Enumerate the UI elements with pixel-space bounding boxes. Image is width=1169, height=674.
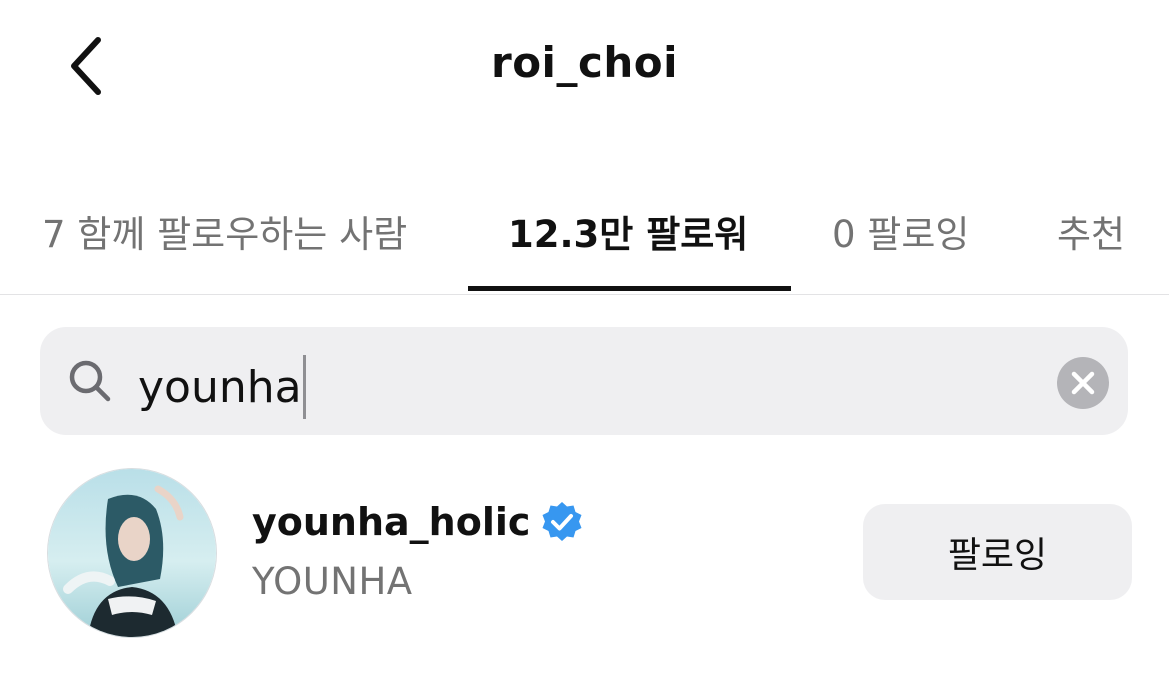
search-input-value: younha (138, 361, 302, 413)
list-item[interactable]: younha_holic YOUNHA 팔로잉 (0, 460, 1169, 650)
clear-search-button[interactable] (1057, 357, 1109, 409)
tab-suggested[interactable]: 추천 (1057, 204, 1125, 258)
verified-badge-icon (542, 502, 582, 541)
username-line: younha_holic (252, 500, 584, 544)
clear-x-icon (1071, 371, 1095, 395)
username[interactable]: younha_holic (252, 500, 530, 544)
tab-bar: 7 함께 팔로우하는 사람 12.3만 팔로워 0 팔로잉 추천 (0, 180, 1169, 295)
active-tab-indicator (468, 286, 791, 291)
text-cursor (302, 355, 306, 419)
avatar[interactable] (47, 468, 217, 638)
search-input[interactable]: younha (138, 355, 306, 419)
tab-mutual-followers[interactable]: 7 함께 팔로우하는 사람 (42, 204, 407, 258)
page-title: roi_choi (490, 38, 678, 87)
tab-followers[interactable]: 12.3만 팔로워 (508, 204, 748, 258)
full-name: YOUNHA (252, 560, 413, 603)
profile-photo-icon (48, 469, 216, 637)
tab-following[interactable]: 0 팔로잉 (832, 204, 969, 258)
search-icon (69, 360, 111, 402)
following-button[interactable]: 팔로잉 (863, 504, 1132, 600)
top-bar: roi_choi (0, 0, 1169, 140)
